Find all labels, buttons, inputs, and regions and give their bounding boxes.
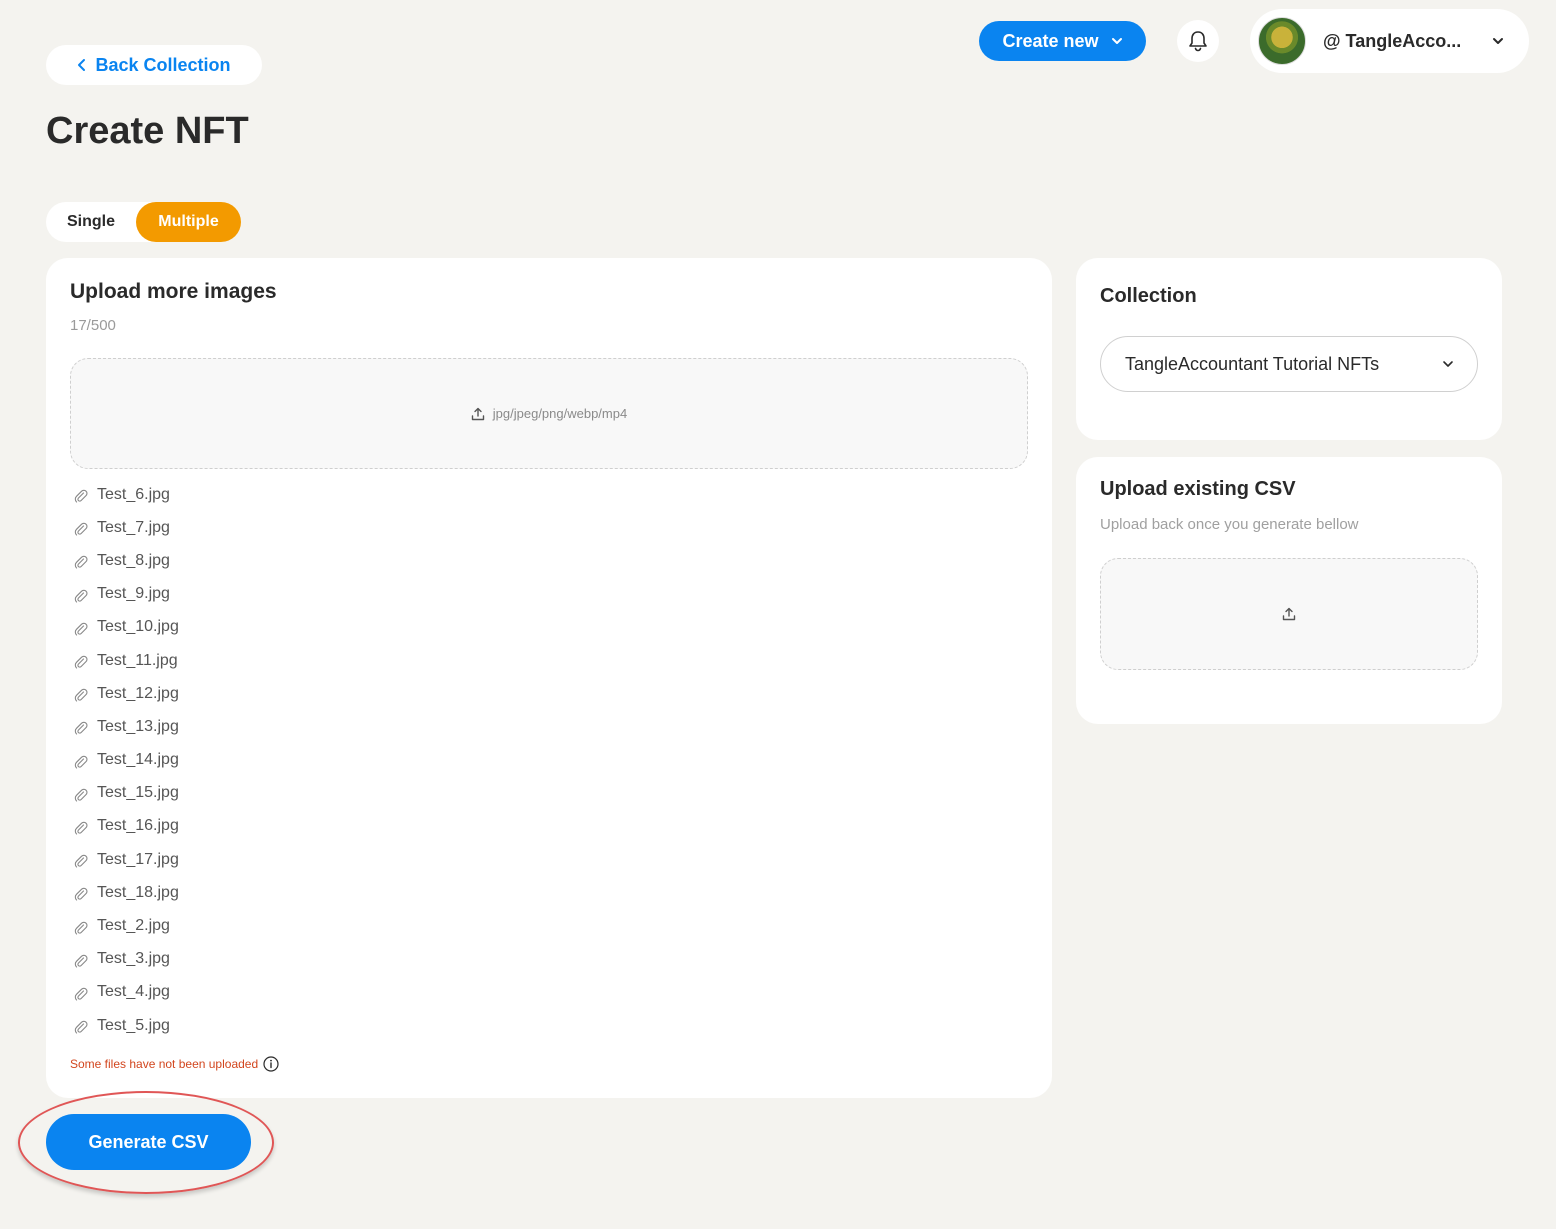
create-new-button[interactable]: Create new xyxy=(979,21,1146,61)
account-menu[interactable]: @ TangleAcco... xyxy=(1250,9,1529,73)
file-name: Test_17.jpg xyxy=(97,850,179,868)
paperclip-icon xyxy=(74,954,88,968)
file-item: Test_10.jpg xyxy=(74,611,179,644)
csv-dropzone[interactable] xyxy=(1100,558,1478,670)
upload-warning-text: Some files have not been uploaded xyxy=(70,1057,259,1071)
collection-card: Collection TangleAccountant Tutorial NFT… xyxy=(1076,258,1502,440)
back-collection-label: Back Collection xyxy=(95,54,231,75)
file-item: Test_17.jpg xyxy=(74,843,179,876)
csv-subtitle: Upload back once you generate bellow xyxy=(1100,516,1359,533)
file-name: Test_8.jpg xyxy=(97,551,170,569)
paperclip-icon xyxy=(74,489,88,503)
file-item: Test_2.jpg xyxy=(74,909,179,942)
generate-csv-button[interactable]: Generate CSV xyxy=(46,1114,251,1170)
upload-count: 17/500 xyxy=(70,317,116,334)
info-icon[interactable] xyxy=(263,1056,279,1072)
chevron-down-icon xyxy=(1443,361,1453,367)
upload-warning: Some files have not been uploaded xyxy=(70,1056,279,1072)
paperclip-icon xyxy=(74,821,88,835)
collection-selected-value: TangleAccountant Tutorial NFTs xyxy=(1125,353,1380,374)
file-name: Test_13.jpg xyxy=(97,717,179,735)
paperclip-icon xyxy=(74,688,88,702)
file-name: Test_6.jpg xyxy=(97,485,170,503)
file-name: Test_12.jpg xyxy=(97,684,179,702)
file-item: Test_13.jpg xyxy=(74,710,179,743)
paperclip-icon xyxy=(74,921,88,935)
file-name: Test_15.jpg xyxy=(97,784,179,802)
mode-single-tab[interactable]: Single xyxy=(46,213,136,231)
file-name: Test_3.jpg xyxy=(97,950,170,968)
chevron-down-icon xyxy=(1111,38,1122,44)
file-item: Test_12.jpg xyxy=(74,677,179,710)
file-item: Test_6.jpg xyxy=(74,478,179,511)
paperclip-icon xyxy=(74,755,88,769)
paperclip-icon xyxy=(74,987,88,1001)
file-item: Test_15.jpg xyxy=(74,777,179,810)
file-name: Test_16.jpg xyxy=(97,817,179,835)
bell-icon xyxy=(1189,31,1207,52)
file-name: Test_9.jpg xyxy=(97,585,170,603)
file-item: Test_8.jpg xyxy=(74,544,179,577)
notifications-button[interactable] xyxy=(1177,20,1219,62)
file-list: Test_6.jpg Test_7.jpg Test_8.jpg Test_9.jpg… xyxy=(74,478,179,1042)
file-item: Test_4.jpg xyxy=(74,976,179,1009)
file-item: Test_5.jpg xyxy=(74,1009,179,1042)
file-name: Test_18.jpg xyxy=(97,883,179,901)
dropzone-hint: jpg/jpeg/png/webp/mp4 xyxy=(492,406,628,421)
file-item: Test_7.jpg xyxy=(74,511,179,544)
paperclip-icon xyxy=(74,722,88,735)
file-item: Test_3.jpg xyxy=(74,943,179,976)
file-item: Test_16.jpg xyxy=(74,810,179,843)
file-name: Test_7.jpg xyxy=(97,518,170,536)
collection-select[interactable]: TangleAccountant Tutorial NFTs xyxy=(1100,336,1478,392)
upload-images-card: Upload more images 17/500 jpg/jpeg/png/w… xyxy=(46,258,1052,1098)
paperclip-icon xyxy=(74,1020,88,1034)
image-dropzone[interactable]: jpg/jpeg/png/webp/mp4 xyxy=(70,358,1028,469)
chevron-down-icon xyxy=(1493,38,1503,44)
generate-csv-label: Generate CSV xyxy=(88,1131,209,1152)
page-title: Create NFT xyxy=(46,110,249,152)
mode-toggle: Single Multiple xyxy=(46,202,241,242)
create-new-label: Create new xyxy=(1002,30,1099,51)
mode-multiple-tab[interactable]: Multiple xyxy=(136,202,241,242)
csv-title: Upload existing CSV xyxy=(1100,478,1296,500)
file-name: Test_11.jpg xyxy=(97,651,178,669)
paperclip-icon xyxy=(74,788,88,802)
file-item: Test_18.jpg xyxy=(74,876,179,909)
paperclip-icon xyxy=(74,622,88,636)
upload-icon xyxy=(471,407,484,420)
paperclip-icon xyxy=(74,589,88,603)
avatar xyxy=(1258,17,1306,65)
collection-title: Collection xyxy=(1100,285,1197,307)
paperclip-icon xyxy=(74,655,88,669)
paperclip-icon xyxy=(74,556,88,570)
file-item: Test_11.jpg xyxy=(74,644,179,677)
file-item: Test_14.jpg xyxy=(74,744,179,777)
file-name: Test_10.jpg xyxy=(97,618,179,636)
upload-title: Upload more images xyxy=(70,280,277,303)
file-name: Test_4.jpg xyxy=(97,983,170,1001)
paperclip-icon xyxy=(74,854,88,868)
paperclip-icon xyxy=(74,523,88,536)
paperclip-icon xyxy=(74,888,88,901)
chevron-left-icon xyxy=(78,59,86,71)
file-name: Test_5.jpg xyxy=(97,1016,170,1034)
back-collection-button[interactable]: Back Collection xyxy=(46,45,262,85)
file-name: Test_14.jpg xyxy=(97,751,179,769)
upload-csv-card: Upload existing CSV Upload back once you… xyxy=(1076,457,1502,724)
upload-icon xyxy=(1282,607,1296,621)
account-name: @ TangleAcco... xyxy=(1323,30,1462,51)
file-item: Test_9.jpg xyxy=(74,578,179,611)
file-name: Test_2.jpg xyxy=(97,917,170,935)
